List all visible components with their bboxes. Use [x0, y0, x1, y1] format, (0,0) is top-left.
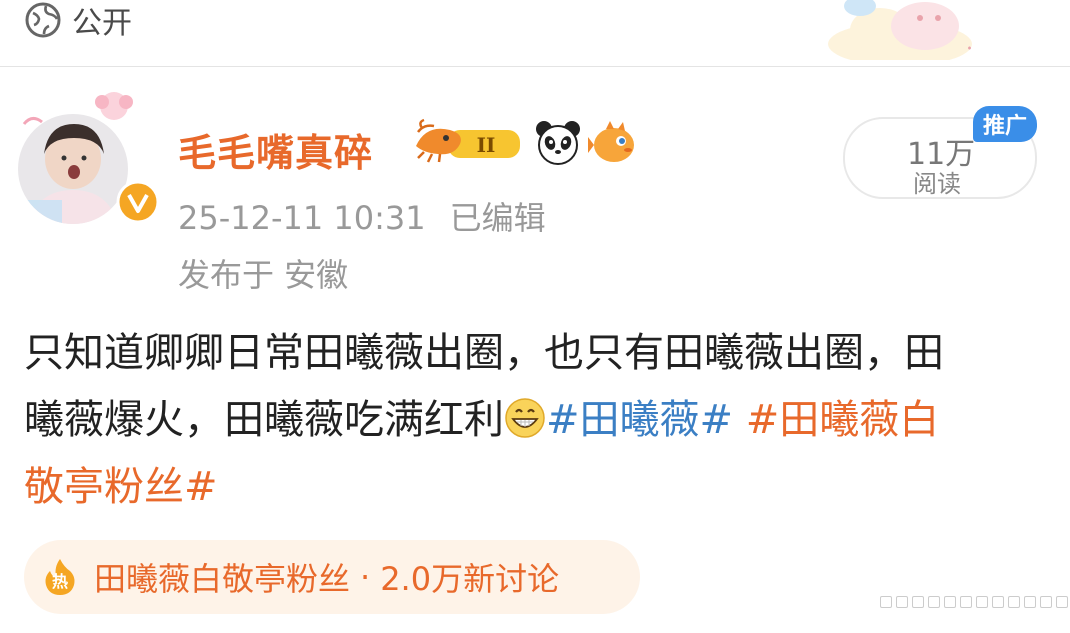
post-line-1: 只知道卿卿日常田曦薇出圈，也只有田曦薇出圈，田 — [24, 330, 944, 376]
post-time: 25-12-11 10:31 — [178, 199, 426, 237]
globe-icon — [25, 2, 61, 38]
post-meta: 25-12-11 10:31 已编辑 — [178, 193, 546, 239]
post-line-2-text: 曦薇爆火，田曦薇吃满红利 — [24, 397, 504, 443]
post-location: 发布于 安徽 — [178, 256, 349, 294]
hashtag-tianxiwei[interactable]: #田曦薇# — [546, 397, 733, 443]
read-label: 阅读 — [913, 170, 961, 198]
verified-v-icon — [116, 180, 160, 224]
hot-fire-icon: 热 — [45, 559, 75, 595]
author-name[interactable]: 毛毛嘴真碎 — [178, 122, 373, 177]
grin-emoji-icon — [505, 398, 545, 438]
hashtag-fans-part1[interactable]: #田曦薇白 — [733, 397, 940, 443]
panda-icon[interactable] — [534, 119, 582, 167]
post-line-3: 敬亭粉丝# — [24, 454, 1044, 521]
privacy-label: 公开 — [72, 6, 132, 41]
hashtag-fans-part2[interactable]: 敬亭粉丝# — [24, 464, 218, 510]
weibo-post-page: 公开 毛毛嘴真碎 II 25-12-11 10:31 已编辑 发布于 安徽 11… — [0, 0, 1070, 633]
shrimp-level-badge-icon[interactable]: II — [408, 118, 526, 168]
author-badges: II — [408, 118, 638, 168]
topic-discussion-count: 2.0万新讨论 — [380, 560, 560, 598]
author-avatar-group[interactable] — [18, 92, 160, 232]
watermark-strip — [880, 596, 1070, 610]
cloud-sticker-decoration — [828, 0, 972, 60]
hot-topic-chip[interactable]: 热 田曦薇白敬亭粉丝 · 2.0万新讨论 — [24, 540, 640, 614]
privacy-setting[interactable]: 公开 — [24, 0, 132, 41]
pufferfish-icon[interactable] — [588, 119, 638, 167]
topic-separator: · — [360, 558, 371, 596]
hot-icon-text: 热 — [52, 572, 68, 591]
avatar[interactable] — [18, 114, 128, 224]
edited-label[interactable]: 已编辑 — [450, 199, 546, 237]
post-content: 只知道卿卿日常田曦薇出圈，也只有田曦薇出圈，田 曦薇爆火，田曦薇吃满红利 #田曦… — [24, 320, 1044, 521]
top-strip: 公开 — [0, 0, 1070, 62]
promo-tag[interactable]: 推广 — [973, 106, 1037, 142]
badge-level-text: II — [477, 133, 496, 157]
section-divider — [0, 66, 1070, 67]
topic-title: 田曦薇白敬亭粉丝 — [94, 560, 351, 598]
post-line-2: 曦薇爆火，田曦薇吃满红利 #田曦薇# #田曦薇白 — [24, 387, 1044, 454]
